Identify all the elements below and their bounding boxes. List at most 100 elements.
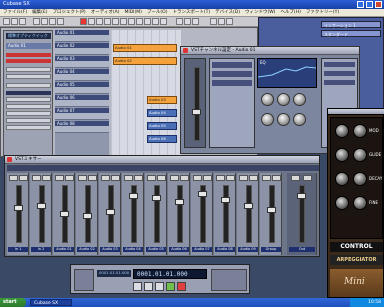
track-row[interactable]: Audio 02 (55, 43, 109, 55)
synth-knob[interactable] (353, 196, 367, 210)
toolbar-button[interactable] (184, 18, 191, 25)
eq-curve-display[interactable]: EQ (257, 58, 317, 88)
inspector-row[interactable] (6, 74, 51, 79)
audio-part[interactable]: Audio 05 (147, 122, 177, 130)
send-slot[interactable] (324, 62, 355, 67)
synth-knob[interactable] (353, 172, 367, 186)
menu-factory[interactable]: ファクトリー(Y) (306, 9, 339, 17)
insert-slot[interactable] (212, 80, 252, 86)
menu-edit[interactable]: 編集(E) (32, 9, 47, 17)
toolbar-button[interactable] (160, 18, 167, 25)
toolbar-button[interactable] (120, 18, 127, 25)
mute-button[interactable] (291, 175, 300, 181)
solo-button[interactable] (203, 175, 212, 181)
start-button[interactable]: start (0, 298, 26, 307)
audio-part[interactable]: Audio 02 (113, 57, 177, 65)
track-row[interactable]: Audio 04 (55, 69, 109, 81)
track-row[interactable]: Audio 07 (55, 108, 109, 120)
toolbar-button[interactable] (104, 18, 111, 25)
send-slot[interactable] (324, 80, 355, 85)
solo-button[interactable] (134, 175, 143, 181)
synth-knob[interactable] (335, 172, 349, 186)
insert-slot[interactable] (212, 62, 252, 68)
fader-handle[interactable] (83, 213, 92, 219)
mute-button[interactable] (147, 175, 156, 181)
toolbar-button[interactable] (226, 18, 233, 25)
solo-button[interactable] (272, 175, 281, 181)
fader-handle[interactable] (297, 193, 306, 199)
fader-handle[interactable] (37, 203, 46, 209)
eq-knob[interactable] (277, 93, 290, 106)
minimize-icon[interactable] (357, 1, 364, 8)
mute-button[interactable] (262, 175, 271, 181)
audio-part[interactable]: Audio 03 (147, 96, 177, 104)
inspector-row[interactable] (6, 59, 51, 63)
inspector-row[interactable] (6, 91, 51, 95)
mute-button[interactable] (9, 175, 18, 181)
toolbar-button[interactable] (210, 18, 217, 25)
toolbar-button[interactable] (144, 18, 151, 25)
toolbar-button[interactable] (49, 18, 56, 25)
fader-handle[interactable] (198, 191, 207, 197)
inspector-row[interactable] (6, 53, 51, 57)
mute-button[interactable] (101, 175, 110, 181)
eq-knob[interactable] (293, 93, 306, 106)
fader-handle[interactable] (106, 209, 115, 215)
close-icon[interactable] (375, 1, 382, 8)
menu-midi[interactable]: MIDI(M) (124, 9, 141, 17)
toolbar-button[interactable] (96, 18, 103, 25)
solo-button[interactable] (249, 175, 258, 181)
track-row[interactable]: Audio 03 (55, 56, 109, 68)
menu-project[interactable]: プロジェクト(P) (52, 9, 85, 17)
menu-transport[interactable]: トランスポート(T) (172, 9, 210, 17)
toolbar-button[interactable] (192, 18, 199, 25)
mute-button[interactable] (239, 175, 248, 181)
solo-button[interactable] (303, 175, 312, 181)
mute-button[interactable] (170, 175, 179, 181)
mute-button[interactable] (55, 175, 64, 181)
solo-button[interactable] (88, 175, 97, 181)
solo-button[interactable] (42, 175, 51, 181)
toolbar-button[interactable] (3, 18, 10, 25)
insert-slot[interactable] (212, 71, 252, 77)
toolbar-button[interactable] (57, 18, 64, 25)
synth-knob[interactable] (353, 148, 367, 162)
toolbar-button[interactable] (33, 18, 40, 25)
track-row[interactable]: Audio 06 (55, 95, 109, 107)
menu-help[interactable]: ヘルプ(H) (280, 9, 300, 17)
play-button[interactable] (166, 282, 175, 291)
forward-button[interactable] (144, 282, 153, 291)
fader-handle[interactable] (221, 197, 230, 203)
solo-button[interactable] (65, 175, 74, 181)
insert-slot[interactable]: スタンダード (321, 30, 381, 37)
audio-part[interactable]: Audio 06 (147, 135, 177, 143)
toolbar-button[interactable] (19, 18, 26, 25)
eq-knob[interactable] (277, 113, 290, 126)
taskbar-app-button[interactable]: Cubase SX (30, 299, 72, 306)
toolbar-button[interactable] (152, 18, 159, 25)
fader-handle[interactable] (129, 193, 138, 199)
toolbar-button[interactable] (41, 18, 48, 25)
send-slot[interactable] (324, 71, 355, 76)
insert-slot[interactable]: インサーション 1 (321, 21, 381, 28)
event-display[interactable]: Audio 01 Audio 02 Audio 03 Audio 04 Audi… (111, 30, 181, 156)
synth-knob[interactable] (335, 124, 349, 138)
inspector-row[interactable] (6, 111, 51, 116)
toolbar-button[interactable] (88, 18, 95, 25)
fader-handle[interactable] (14, 205, 23, 211)
solo-button[interactable] (111, 175, 120, 181)
fader-handle[interactable] (175, 199, 184, 205)
toolbar-button[interactable] (136, 18, 143, 25)
mute-button[interactable] (124, 175, 133, 181)
synth-knob[interactable] (335, 196, 349, 210)
mute-button[interactable] (216, 175, 225, 181)
toolbar-button[interactable] (128, 18, 135, 25)
menu-window[interactable]: ウィンドウ(W) (245, 9, 275, 17)
record-button[interactable] (80, 18, 87, 25)
fader-handle[interactable] (267, 207, 276, 213)
eq-knob[interactable] (293, 113, 306, 126)
maximize-icon[interactable] (366, 1, 373, 8)
mute-button[interactable] (193, 175, 202, 181)
synth-knob[interactable] (353, 124, 367, 138)
toolbar-button[interactable] (176, 18, 183, 25)
